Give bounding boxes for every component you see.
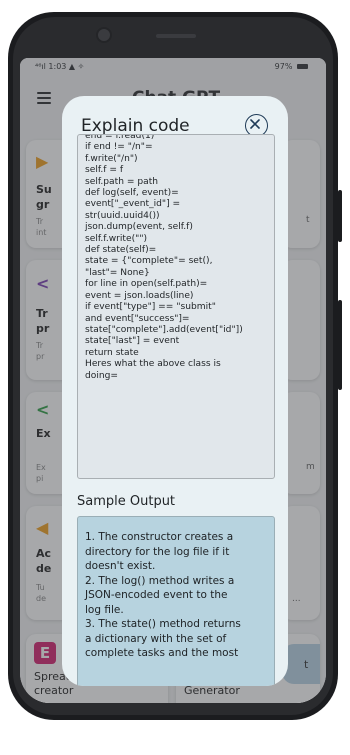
- sample-output-label: Sample Output: [77, 494, 176, 509]
- power-button: [338, 300, 342, 390]
- dialog-title: Explain code: [81, 116, 190, 136]
- earpiece: [156, 34, 196, 38]
- close-icon: [250, 119, 260, 129]
- camera-icon: [96, 27, 112, 43]
- volume-button: [338, 190, 342, 242]
- code-input[interactable]: end = f.read(1) if end != "/n"= f.write(…: [77, 134, 275, 479]
- explain-code-dialog: Explain code end = f.read(1) if end != "…: [62, 96, 288, 686]
- sample-output-box[interactable]: 1. The constructor creates a directory f…: [77, 516, 275, 686]
- sample-output-text: 1. The constructor creates a directory f…: [85, 531, 241, 659]
- phone-screen: ⁴⁶ıl 1:03 ▲ ✧ 97% Chat GPT ▶ Su gr Tr in…: [20, 58, 326, 703]
- code-text: end = f.read(1) if end != "/n"= f.write(…: [85, 134, 243, 381]
